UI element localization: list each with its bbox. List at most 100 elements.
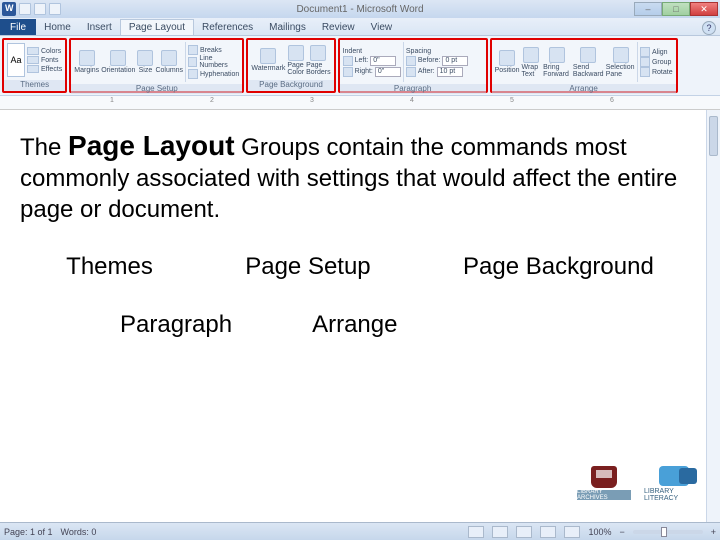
indent-heading: Indent [343,48,401,55]
status-words[interactable]: Words: 0 [61,527,97,537]
scroll-thumb[interactable] [709,116,718,156]
horizontal-ruler[interactable]: 1 2 3 4 5 6 [0,96,720,110]
margins-icon [79,50,95,66]
ruler-mark: 4 [410,97,414,104]
tab-mailings[interactable]: Mailings [261,19,314,35]
qat-save-icon[interactable] [19,3,31,15]
zoom-out-button[interactable]: − [619,527,624,537]
document-area[interactable]: The Page Layout Groups contain the comma… [0,110,720,339]
theme-colors-button[interactable]: Colors [27,47,62,55]
spacing-before-input[interactable]: 0 pt [442,56,468,66]
wrap-text-button[interactable]: Wrap Text [522,47,542,78]
ruler-mark: 3 [310,97,314,104]
tab-review[interactable]: Review [314,19,363,35]
page-borders-button[interactable]: Page Borders [306,45,331,76]
group-page-setup-label: Page Setup [71,84,242,94]
close-button[interactable]: ✕ [690,2,718,16]
spacing-before: Before:0 pt [406,56,469,66]
tab-references[interactable]: References [194,19,261,35]
size-icon [137,50,153,66]
line-numbers-icon [188,57,197,67]
label-arrange: Arrange [312,311,397,339]
selection-pane-icon [613,47,629,63]
group-icon [640,57,650,67]
group-button[interactable]: Group [640,57,673,67]
colors-icon [27,47,39,55]
word-icon [2,2,16,16]
breaks-button[interactable]: Breaks [188,45,239,55]
outline-view-button[interactable] [540,526,556,538]
label-paragraph: Paragraph [120,311,232,339]
vertical-scrollbar[interactable] [706,110,720,522]
align-button[interactable]: Align [640,47,673,57]
label-themes: Themes [66,253,153,281]
ribbon: Aa Colors Fonts Effects Themes Margins O… [0,36,720,96]
tab-insert[interactable]: Insert [79,19,120,35]
shield-icon [591,466,617,488]
qat-undo-icon[interactable] [34,3,46,15]
ribbon-tabs: File Home Insert Page Layout References … [0,18,720,36]
theme-fonts-button[interactable]: Fonts [27,56,62,64]
line-numbers-button[interactable]: Line Numbers [188,55,239,69]
draft-view-button[interactable] [564,526,580,538]
orientation-button[interactable]: Orientation [101,50,135,74]
indent-left-input[interactable]: 0" [370,56,396,66]
tab-view[interactable]: View [363,19,401,35]
print-layout-view-button[interactable] [468,526,484,538]
send-backward-icon [580,47,596,63]
group-arrange: Position Wrap Text Bring Forward Send Ba… [490,38,678,93]
margins-button[interactable]: Margins [74,50,99,74]
status-bar: Page: 1 of 1 Words: 0 100% − + [0,522,720,540]
group-arrange-label: Arrange [492,84,676,94]
zoom-in-button[interactable]: + [711,527,716,537]
indent-left: Left:0" [343,56,401,66]
full-screen-view-button[interactable] [492,526,508,538]
selection-pane-button[interactable]: Selection Pane [606,47,636,78]
zoom-slider[interactable] [633,530,703,534]
label-page-background: Page Background [463,253,654,281]
position-button[interactable]: Position [495,50,520,74]
group-page-background-label: Page Background [248,80,333,91]
theme-effects-button[interactable]: Effects [27,65,62,73]
themes-button[interactable]: Aa [7,43,25,77]
zoom-level[interactable]: 100% [588,527,611,537]
group-paragraph-label: Paragraph [340,84,486,94]
hyphenation-icon [188,69,198,79]
web-layout-view-button[interactable] [516,526,532,538]
watermark-button[interactable]: Watermark [251,48,285,72]
fonts-icon [27,56,39,64]
group-themes-label: Themes [4,80,65,91]
group-page-setup: Margins Orientation Size Columns Breaks … [69,38,244,93]
send-backward-button[interactable]: Send Backward [573,47,604,78]
spacing-before-icon [406,56,416,66]
status-page[interactable]: Page: 1 of 1 [4,527,53,537]
tab-page-layout[interactable]: Page Layout [120,19,194,35]
columns-button[interactable]: Columns [155,50,183,74]
page-color-button[interactable]: Page Color [287,45,304,76]
spacing-after-input[interactable]: 10 pt [437,67,463,77]
hyphenation-button[interactable]: Hyphenation [188,69,239,79]
watermark-icon [260,48,276,64]
zoom-thumb[interactable] [661,527,667,537]
tab-file[interactable]: File [0,19,36,35]
indent-right: Right:0" [343,67,401,77]
separator [637,42,638,82]
rotate-button[interactable]: Rotate [640,67,673,77]
page-borders-icon [310,45,326,61]
qat-redo-icon[interactable] [49,3,61,15]
ruler-mark: 6 [610,97,614,104]
page-color-icon [288,45,304,61]
tab-home[interactable]: Home [36,19,79,35]
size-button[interactable]: Size [137,50,153,74]
library-literacy-logo: LIBRARY LITERACY [644,466,704,512]
effects-icon [27,65,39,73]
ruler-mark: 2 [210,97,214,104]
library-archives-logo: LIBRARY ARCHIVES [574,466,634,512]
indent-right-input[interactable]: 0" [375,67,401,77]
minimize-button[interactable]: – [634,2,662,16]
maximize-button[interactable]: □ [662,2,690,16]
help-icon[interactable]: ? [702,21,716,35]
spacing-after-icon [406,67,416,77]
bring-forward-button[interactable]: Bring Forward [543,47,571,78]
indent-right-icon [343,67,353,77]
